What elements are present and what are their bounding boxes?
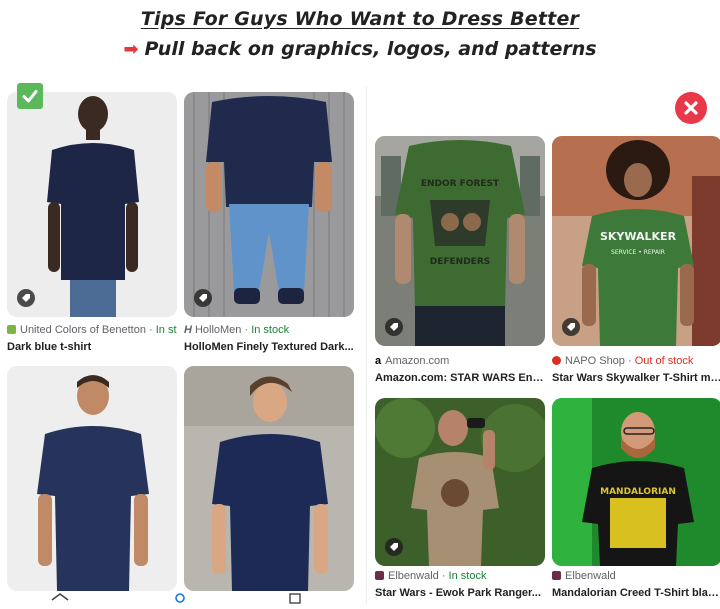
chevron-up-icon <box>51 593 69 601</box>
product-source[interactable]: NAPO Shop · Out of stock <box>552 355 720 367</box>
source-name: Elbenwald <box>388 570 439 582</box>
stock-status: In st <box>155 324 177 336</box>
shirt-print-text: MANDALORIAN <box>600 487 676 497</box>
check-icon <box>17 83 43 109</box>
product-title[interactable]: HolloMen Finely Textured Dark... <box>184 341 354 353</box>
product-source[interactable]: a Amazon.com <box>375 355 545 367</box>
product-source[interactable]: H HolloMen · In stock <box>184 324 354 336</box>
product-card[interactable] <box>7 366 177 598</box>
product-card[interactable]: MANDALORIAN Elbenwald Mandalorian Creed … <box>552 398 720 604</box>
close-icon <box>675 92 707 124</box>
product-image[interactable]: SKYWALKER SERVICE • REPAIR <box>552 136 720 346</box>
product-card[interactable]: Elbenwald · In stock Star Wars - Ewok Pa… <box>375 398 545 604</box>
product-source[interactable]: Elbenwald <box>552 570 720 582</box>
tag-icon <box>562 318 580 336</box>
product-card[interactable]: United Colors of Benetton · In st Dark b… <box>7 92 177 353</box>
source-name: Elbenwald <box>565 570 616 582</box>
product-title[interactable]: Amazon.com: STAR WARS Endo... <box>375 372 545 384</box>
shirt-print-top: ENDOR FOREST <box>421 179 500 189</box>
source-name: NAPO Shop <box>565 355 625 367</box>
product-card[interactable]: H HolloMen · In stock HolloMen Finely Tex… <box>184 92 354 353</box>
shirt-print-text: SKYWALKER <box>600 230 677 243</box>
source-name: HolloMen <box>194 324 242 336</box>
product-image[interactable] <box>7 92 177 317</box>
product-source[interactable]: Elbenwald · In stock <box>375 570 545 582</box>
product-title[interactable]: Mandalorian Creed T-Shirt blac... <box>552 587 720 599</box>
product-source[interactable]: United Colors of Benetton · In st <box>7 324 177 336</box>
shirt-print-bottom: DEFENDERS <box>430 257 490 267</box>
tag-icon <box>194 289 212 307</box>
product-card[interactable] <box>184 366 354 598</box>
product-card[interactable]: SKYWALKER SERVICE • REPAIR NAPO Shop · O… <box>552 136 720 384</box>
product-image[interactable] <box>184 92 354 317</box>
product-title[interactable]: Star Wars Skywalker T-Shirt mal... <box>552 372 720 384</box>
product-image[interactable]: ENDOR FOREST DEFENDERS <box>375 136 545 346</box>
tag-icon <box>385 318 403 336</box>
product-image[interactable] <box>375 398 545 566</box>
headline-subtitle: ➡ Pull back on graphics, logos, and patte… <box>0 38 720 60</box>
stock-status: Out of stock <box>634 355 694 367</box>
source-name: Amazon.com <box>385 355 450 367</box>
search-icon <box>175 593 185 603</box>
tag-icon <box>17 289 35 307</box>
shirt-print-sub: SERVICE • REPAIR <box>611 249 665 256</box>
plain-shirts-panel: United Colors of Benetton · In st Dark b… <box>0 86 360 604</box>
bottom-nav <box>0 590 360 604</box>
stock-status: In stock <box>448 570 487 582</box>
headline-subtitle-text: Pull back on graphics, logos, and patter… <box>144 38 597 60</box>
product-image[interactable] <box>184 366 354 591</box>
product-title[interactable]: Dark blue t-shirt <box>7 341 177 353</box>
stock-status: In stock <box>251 324 290 336</box>
product-image[interactable] <box>7 366 177 591</box>
product-title[interactable]: Star Wars - Ewok Park Ranger... <box>375 587 545 599</box>
product-image[interactable]: MANDALORIAN <box>552 398 720 566</box>
source-name: United Colors of Benetton <box>20 324 146 336</box>
tag-icon <box>385 538 403 556</box>
tabs-icon <box>289 593 301 604</box>
headline: Tips For Guys Who Want to Dress Better ➡… <box>0 8 720 60</box>
headline-title: Tips For Guys Who Want to Dress Better <box>140 8 580 30</box>
graphic-shirts-panel: ENDOR FOREST DEFENDERS a Amazon.com Amazo… <box>366 86 720 604</box>
product-card[interactable]: ENDOR FOREST DEFENDERS a Amazon.com Amazo… <box>375 136 545 384</box>
arrow-right-icon: ➡ <box>123 39 139 60</box>
